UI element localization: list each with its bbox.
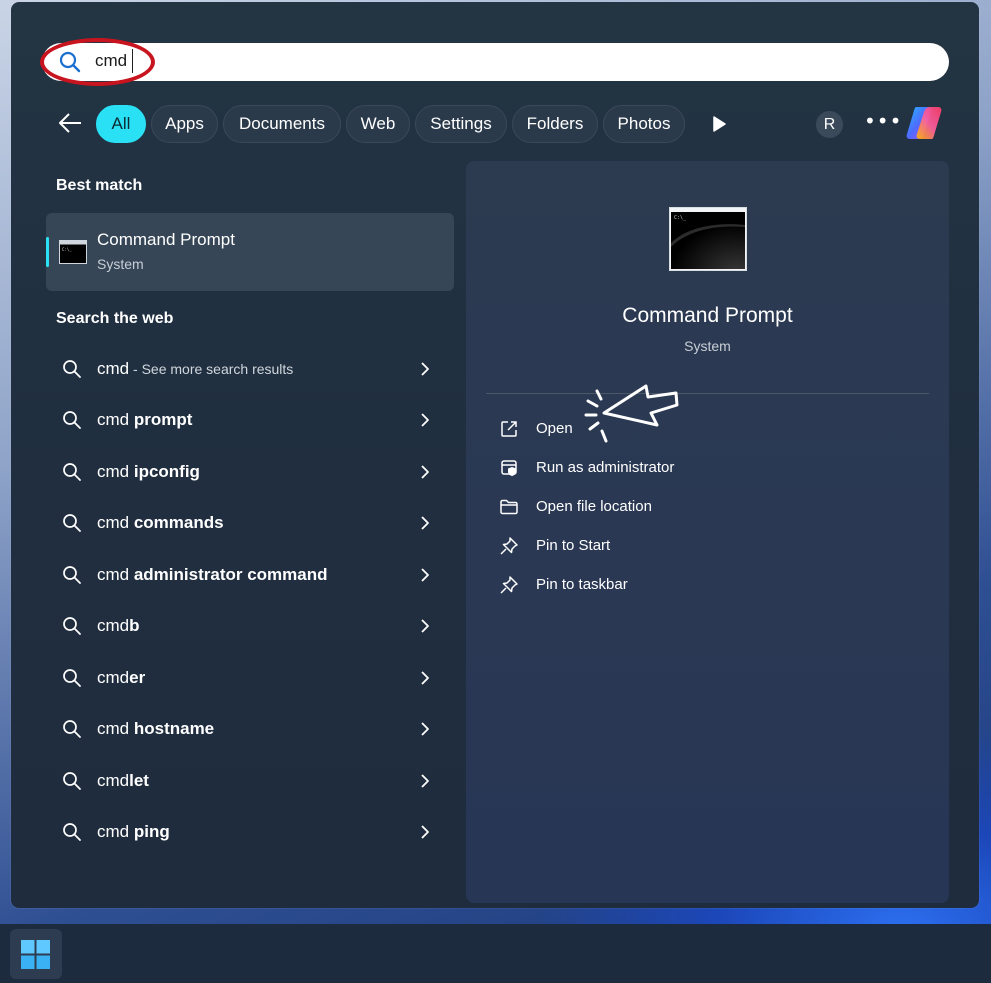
best-match-title: Command Prompt (97, 230, 235, 249)
chevron-right-icon (421, 465, 429, 479)
command-prompt-icon: C:\_ (59, 240, 87, 264)
tab-documents[interactable]: Documents (223, 105, 341, 143)
search-icon (63, 360, 81, 378)
chevron-right-icon (421, 722, 429, 736)
web-suggestion-item[interactable]: cmd administrator command (46, 553, 454, 597)
chevron-right-icon (421, 413, 429, 427)
web-suggestion-label: cmder (97, 668, 146, 687)
divider (486, 393, 929, 394)
tab-photos[interactable]: Photos (603, 105, 685, 143)
pin-icon (500, 537, 518, 555)
chevron-right-icon (421, 671, 429, 685)
web-suggestion-label: cmd administrator command (97, 565, 328, 584)
chevron-right-icon (421, 362, 429, 376)
action-open-file-location[interactable]: Open file location (496, 493, 796, 521)
tab-settings[interactable]: Settings (415, 105, 507, 143)
detail-title: Command Prompt (622, 304, 793, 327)
search-web-heading: Search the web (56, 310, 174, 327)
chevron-right-icon (421, 568, 429, 582)
search-box[interactable] (42, 43, 949, 81)
search-icon (63, 823, 81, 841)
web-suggestion-label: cmdb (97, 616, 140, 635)
web-suggestion-item[interactable]: cmder (46, 656, 454, 700)
web-suggestion-label: cmd ipconfig (97, 462, 200, 481)
web-suggestion-item[interactable]: cmdlet (46, 759, 454, 803)
search-icon (63, 720, 81, 738)
chevron-right-icon (421, 516, 429, 530)
copilot-icon[interactable] (904, 103, 944, 143)
action-run-as-administrator[interactable]: Run as administrator (496, 454, 796, 482)
pin-icon (500, 576, 518, 594)
best-match-command-prompt[interactable] (46, 213, 454, 291)
action-open-label: Open (536, 420, 573, 437)
windows-logo-icon (21, 940, 50, 969)
web-suggestion-label: cmd prompt (97, 410, 193, 429)
web-suggestion-item[interactable]: cmd prompt (46, 398, 454, 442)
open-external-icon (501, 421, 517, 437)
folder-icon (500, 499, 518, 515)
tab-all[interactable]: All (96, 105, 146, 143)
web-suggestion-label: cmdlet (97, 771, 149, 790)
chevron-right-icon (421, 825, 429, 839)
taskbar (0, 924, 991, 983)
action-pin-to-start-label: Pin to Start (536, 537, 611, 554)
web-suggestion-item[interactable]: cmd - See more search results (46, 347, 454, 391)
web-suggestion-item[interactable]: cmd hostname (46, 707, 454, 751)
best-match-subtitle: System (97, 256, 144, 272)
web-suggestion-label: cmd - See more search results (97, 359, 294, 378)
web-suggestion-item[interactable]: cmd ping (46, 810, 454, 854)
search-icon (63, 463, 81, 481)
highlight-ring (40, 38, 155, 86)
search-icon (63, 411, 81, 429)
action-open-file-location-label: Open file location (536, 498, 652, 515)
search-icon (63, 566, 81, 584)
search-icon (63, 772, 81, 790)
search-icon (63, 669, 81, 687)
action-pin-to-start[interactable]: Pin to Start (496, 532, 796, 560)
shield-window-icon (501, 460, 517, 476)
avatar[interactable]: R (816, 111, 843, 138)
click-pointer-annotation-icon (584, 384, 679, 443)
web-suggestion-item[interactable]: cmdb (46, 604, 454, 648)
more-options-icon[interactable]: ••• (864, 111, 901, 134)
command-prompt-large-icon: C:\_ (669, 207, 747, 271)
action-pin-to-taskbar-label: Pin to taskbar (536, 576, 628, 593)
play-more-tabs-icon[interactable] (709, 114, 729, 134)
chevron-right-icon (421, 619, 429, 633)
best-match-heading: Best match (56, 177, 143, 194)
action-run-as-administrator-label: Run as administrator (536, 459, 675, 476)
web-suggestion-item[interactable]: cmd commands (46, 501, 454, 545)
web-suggestion-label: cmd hostname (97, 719, 215, 738)
action-pin-to-taskbar[interactable]: Pin to taskbar (496, 571, 796, 599)
web-suggestion-label: cmd ping (97, 822, 170, 841)
svg-text:C:\_: C:\_ (674, 215, 687, 221)
tab-folders[interactable]: Folders (512, 105, 598, 143)
back-arrow-icon[interactable] (56, 109, 84, 137)
detail-subtitle: System (684, 338, 731, 354)
tab-web[interactable]: Web (346, 105, 410, 143)
web-suggestion-item[interactable]: cmd ipconfig (46, 450, 454, 494)
chevron-right-icon (421, 774, 429, 788)
selection-indicator (46, 237, 49, 267)
tab-apps[interactable]: Apps (151, 105, 218, 143)
search-icon (63, 514, 81, 532)
svg-text:C:\_: C:\_ (62, 247, 72, 252)
search-icon (63, 617, 81, 635)
web-suggestion-label: cmd commands (97, 513, 224, 532)
